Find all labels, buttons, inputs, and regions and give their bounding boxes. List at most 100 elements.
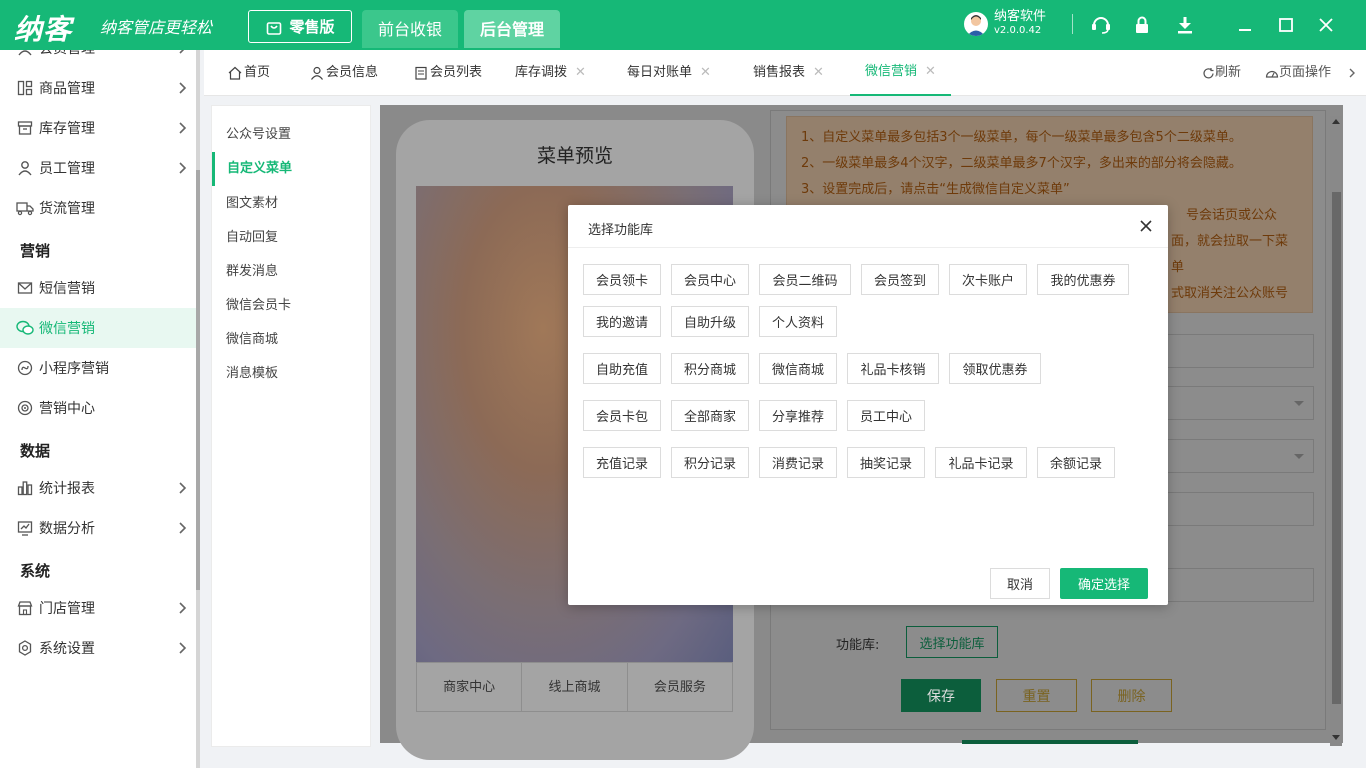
function-tag[interactable]: 员工中心 <box>847 400 925 431</box>
function-tag[interactable]: 分享推荐 <box>759 400 837 431</box>
download-icon[interactable] <box>1174 14 1196 36</box>
delete-button[interactable]: 删除 <box>1091 679 1172 712</box>
sidebar-item-reports[interactable]: 统计报表 <box>0 468 196 508</box>
close-tab-icon[interactable]: ✕ <box>813 50 824 96</box>
sidebar-item-wechat[interactable]: 微信营销 <box>0 308 196 348</box>
submenu-mall[interactable]: 微信商城 <box>212 323 370 357</box>
tab-member-list[interactable]: 会员列表 <box>414 50 482 96</box>
function-tag[interactable]: 会员二维码 <box>759 264 851 295</box>
nav-tab-backoffice[interactable]: 后台管理 <box>464 10 561 48</box>
generate-menu-button[interactable] <box>962 740 1138 744</box>
function-tag[interactable]: 自助充值 <box>583 353 661 384</box>
function-tag[interactable]: 个人资料 <box>759 306 837 337</box>
menu-key-input[interactable] <box>1160 568 1314 602</box>
sidebar-scrollbar-thumb[interactable] <box>196 170 200 590</box>
page-ops-button[interactable]: 页面操作 <box>1265 50 1331 96</box>
preview-menu-item[interactable]: 会员服务 <box>628 663 732 711</box>
analysis-icon <box>16 519 34 537</box>
function-tag[interactable]: 余额记录 <box>1037 447 1115 478</box>
lock-icon[interactable] <box>1131 14 1153 36</box>
reset-button[interactable]: 重置 <box>996 679 1077 712</box>
preview-menu-item[interactable]: 商家中心 <box>417 663 523 711</box>
submenu-member-card[interactable]: 微信会员卡 <box>212 289 370 323</box>
submenu-media[interactable]: 图文素材 <box>212 187 370 221</box>
save-button[interactable]: 保存 <box>901 679 981 712</box>
function-tag[interactable]: 积分商城 <box>671 353 749 384</box>
function-tag[interactable]: 会员签到 <box>861 264 939 295</box>
content-scrollbar-thumb[interactable] <box>1332 192 1341 704</box>
function-tag[interactable]: 领取优惠券 <box>949 353 1041 384</box>
submenu-message-template[interactable]: 消息模板 <box>212 357 370 391</box>
function-tag[interactable]: 微信商城 <box>759 353 837 384</box>
preview-menu-item[interactable]: 线上商城 <box>522 663 628 711</box>
sidebar-item-logistics[interactable]: 货流管理 <box>0 188 196 228</box>
close-window-icon[interactable] <box>1315 14 1337 36</box>
refresh-label: 刷新 <box>1215 65 1242 80</box>
sidebar-item-sms[interactable]: 短信营销 <box>0 268 196 308</box>
close-icon[interactable] <box>1138 218 1154 234</box>
tab-label: 会员列表 <box>430 65 483 80</box>
function-tag[interactable]: 充值记录 <box>583 447 661 478</box>
menu-type-select[interactable] <box>1160 386 1314 420</box>
menu-name-input[interactable] <box>1160 334 1314 368</box>
submenu-account-settings[interactable]: 公众号设置 <box>212 118 370 152</box>
select-function-library-button[interactable]: 选择功能库 <box>906 626 998 658</box>
sidebar-item-miniprogram[interactable]: 小程序营销 <box>0 348 196 388</box>
function-tag[interactable]: 会员卡包 <box>583 400 661 431</box>
sidebar-item-staff[interactable]: 员工管理 <box>0 148 196 188</box>
report-icon <box>16 479 34 497</box>
sidebar-item-members[interactable]: 会员管理 <box>0 50 196 68</box>
function-tag[interactable]: 全部商家 <box>671 400 749 431</box>
confirm-selection-button[interactable]: 确定选择 <box>1060 568 1148 599</box>
tab-daily-statement[interactable]: 每日对账单 ✕ <box>627 50 711 96</box>
close-tab-icon[interactable]: ✕ <box>700 50 711 96</box>
sidebar-item-marketing-center[interactable]: 营销中心 <box>0 388 196 428</box>
function-tag[interactable]: 次卡账户 <box>949 264 1027 295</box>
chevron-right-icon <box>179 642 187 654</box>
scroll-up-icon[interactable] <box>1331 118 1341 126</box>
tab-stock-transfer[interactable]: 库存调拨 ✕ <box>515 50 586 96</box>
sidebar-item-analysis[interactable]: 数据分析 <box>0 508 196 548</box>
maximize-icon[interactable] <box>1275 14 1297 36</box>
close-tab-icon[interactable]: ✕ <box>575 50 586 96</box>
tab-sales-report[interactable]: 销售报表 ✕ <box>753 50 824 96</box>
function-tag[interactable]: 自助升级 <box>671 306 749 337</box>
tab-home[interactable]: 首页 <box>228 50 270 96</box>
minimize-icon[interactable] <box>1234 14 1256 36</box>
submenu-custom-menu[interactable]: 自定义菜单 <box>212 152 370 186</box>
function-tag[interactable]: 礼品卡记录 <box>935 447 1027 478</box>
menu-level-select[interactable] <box>1160 439 1314 473</box>
sidebar-item-store[interactable]: 门店管理 <box>0 588 196 628</box>
tab-scroll-right-icon[interactable] <box>1348 50 1356 96</box>
tab-wechat-marketing[interactable]: 微信营销 ✕ <box>850 50 951 96</box>
nav-tab-frontdesk[interactable]: 前台收银 <box>362 10 459 48</box>
function-tag[interactable]: 积分记录 <box>671 447 749 478</box>
scroll-down-icon[interactable] <box>1331 733 1341 741</box>
sidebar-item-label: 营销中心 <box>39 401 95 417</box>
close-tab-icon[interactable]: ✕ <box>925 49 936 95</box>
refresh-button[interactable]: 刷新 <box>1202 50 1241 96</box>
goods-icon <box>16 79 34 97</box>
submenu-broadcast[interactable]: 群发消息 <box>212 255 370 289</box>
function-tag[interactable]: 礼品卡核销 <box>847 353 939 384</box>
function-tag[interactable]: 抽奖记录 <box>847 447 925 478</box>
function-tag[interactable]: 消费记录 <box>759 447 837 478</box>
function-tag[interactable]: 我的邀请 <box>583 306 661 337</box>
chevron-right-icon <box>179 82 187 94</box>
sidebar-item-goods[interactable]: 商品管理 <box>0 68 196 108</box>
menu-url-input[interactable] <box>1160 492 1314 526</box>
function-tag[interactable]: 会员中心 <box>671 264 749 295</box>
dialog-header: 选择功能库 <box>568 205 1168 248</box>
user-icon <box>311 66 323 80</box>
support-icon[interactable] <box>1090 14 1112 36</box>
user-info[interactable]: 纳客软件 v2.0.0.42 <box>964 10 1046 38</box>
staff-icon <box>16 159 34 177</box>
cancel-button[interactable]: 取消 <box>990 568 1050 599</box>
sidebar-item-inventory[interactable]: 库存管理 <box>0 108 196 148</box>
function-tag[interactable]: 我的优惠券 <box>1037 264 1129 295</box>
sidebar-item-settings[interactable]: 系统设置 <box>0 628 196 668</box>
tab-member-info[interactable]: 会员信息 <box>310 50 378 96</box>
edition-badge[interactable]: 零售版 <box>248 10 352 43</box>
function-tag[interactable]: 会员领卡 <box>583 264 661 295</box>
submenu-auto-reply[interactable]: 自动回复 <box>212 221 370 255</box>
